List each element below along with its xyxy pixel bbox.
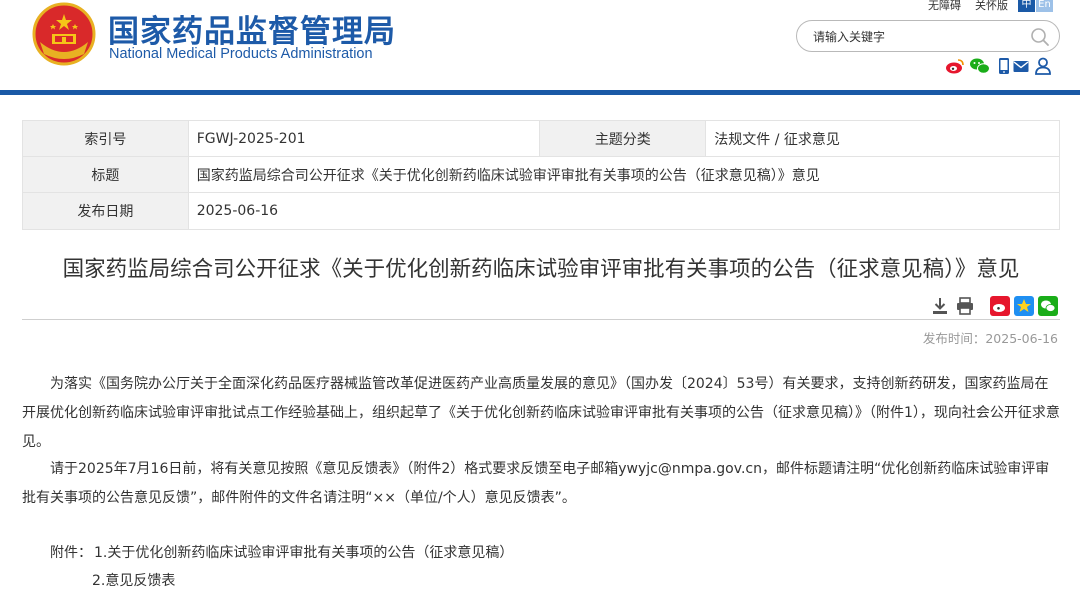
index-value: FGWJ-2025-201: [187, 120, 541, 157]
top-links: 无障碍 关怀版: [928, 0, 1022, 13]
paragraph-2: 请于2025年7月16日前，将有关意见按照《意见反馈表》（附件2）格式要求反馈至…: [22, 461, 1050, 506]
category-label: 主题分类: [539, 120, 707, 157]
site-header: 国家药品监督管理局 National Medical Products Admi…: [0, 0, 1080, 92]
search-input[interactable]: [813, 27, 1023, 47]
attachment-1-link[interactable]: 1.关于优化创新药临床试验审评审批有关事项的公告（征求意见稿）: [94, 545, 513, 561]
date-value: 2025-06-16: [187, 192, 1061, 230]
email-icon[interactable]: [1012, 56, 1030, 76]
title-value: 国家药监局综合司公开征求《关于优化创新药临床试验审评审批有关事项的公告（征求意见…: [187, 156, 1061, 193]
table-row: 标题 国家药监局综合司公开征求《关于优化创新药临床试验审评审批有关事项的公告（征…: [22, 156, 1061, 193]
site-title-en[interactable]: National Medical Products Administration: [109, 46, 373, 62]
care-mode-link[interactable]: 关怀版: [975, 0, 1008, 12]
header-divider: [0, 90, 1080, 95]
wechat-icon[interactable]: [969, 56, 991, 76]
user-icon[interactable]: [1034, 56, 1052, 76]
download-icon[interactable]: [930, 296, 950, 316]
print-icon[interactable]: [955, 296, 975, 316]
table-row: 发布日期 2025-06-16: [22, 192, 1061, 230]
lang-zh-button[interactable]: 中: [1018, 0, 1035, 12]
search-icon[interactable]: [1029, 26, 1051, 48]
meta-table: 索引号 FGWJ-2025-201 主题分类 法规文件 / 征求意见 标题 国家…: [22, 120, 1061, 230]
mobile-icon[interactable]: [996, 56, 1012, 76]
title-divider: [22, 319, 1060, 320]
article-title: 国家药监局综合司公开征求《关于优化创新药临床试验审评审批有关事项的公告（征求意见…: [62, 257, 1020, 282]
search-box: [796, 20, 1060, 52]
accessibility-link[interactable]: 无障碍: [928, 0, 961, 12]
index-label: 索引号: [22, 120, 189, 157]
share-qzone-icon[interactable]: [1014, 296, 1034, 316]
attachments-label: 附件：: [50, 545, 92, 561]
attachments: 附件： 1.关于优化创新药临床试验审评审批有关事项的公告（征求意见稿）: [50, 542, 513, 562]
attachment-2-link[interactable]: 2.意见反馈表: [92, 570, 175, 590]
lang-en-button[interactable]: En: [1036, 0, 1053, 12]
paragraph-1: 为落实《国务院办公厅关于全面深化药品医疗器械监管改革促进医药产业高质量发展的意见…: [22, 376, 1060, 450]
share-wechat-icon[interactable]: [1038, 296, 1058, 316]
share-weibo-icon[interactable]: [990, 296, 1010, 316]
publish-time: 发布时间：2025-06-16: [922, 331, 1058, 346]
title-label: 标题: [22, 156, 189, 193]
site-title-cn[interactable]: 国家药品监督管理局: [108, 6, 396, 51]
national-emblem-logo[interactable]: [32, 2, 96, 66]
date-label: 发布日期: [22, 192, 189, 230]
table-row: 索引号 FGWJ-2025-201 主题分类 法规文件 / 征求意见: [22, 120, 1060, 157]
weibo-icon[interactable]: [945, 56, 965, 76]
category-value: 法规文件 / 征求意见: [705, 120, 1060, 157]
